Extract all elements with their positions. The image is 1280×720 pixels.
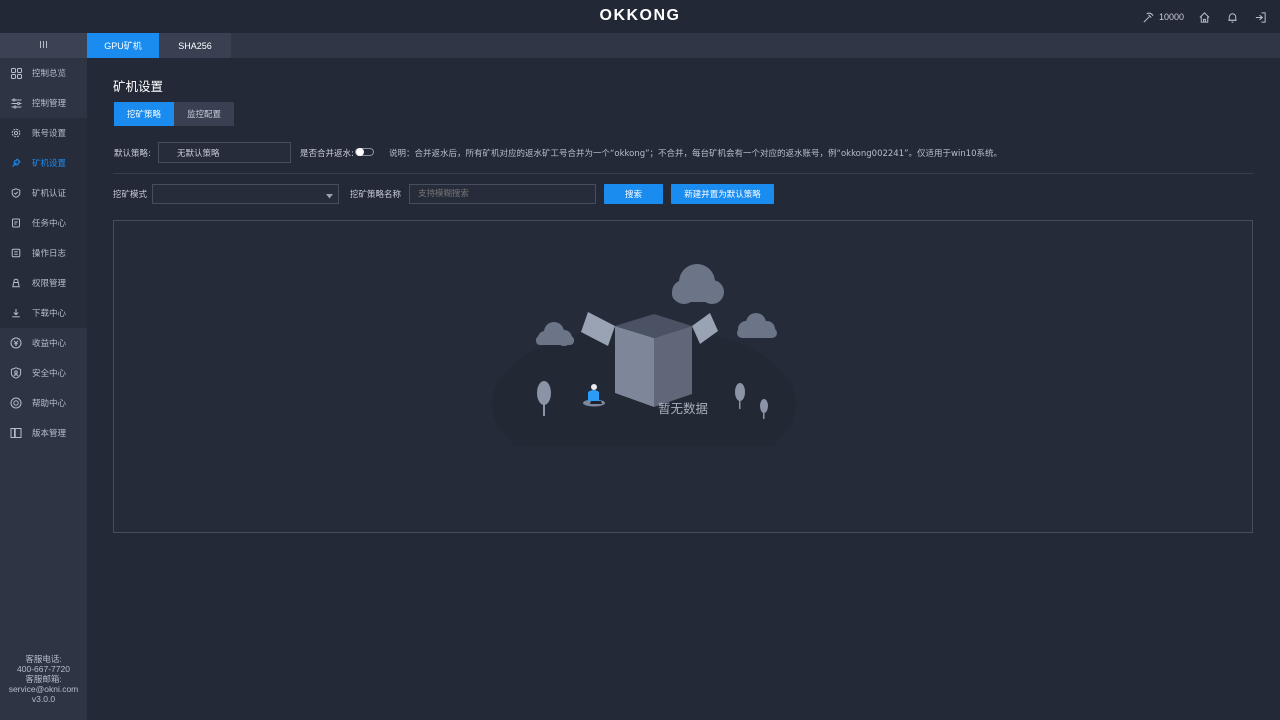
task-icon (10, 217, 22, 229)
main-content: 矿机设置 挖矿策略 监控配置 默认策略: 无默认策略 是否合并返水: 说明：合并… (87, 58, 1280, 720)
wrench-icon (10, 157, 22, 169)
divider (113, 173, 1253, 174)
header-actions: 10000 (1142, 9, 1268, 25)
sidebar-item-label: 控制总览 (32, 69, 67, 79)
search-button[interactable]: 搜索 (604, 184, 663, 204)
sidebar-item-version[interactable]: 版本管理 (0, 418, 87, 448)
lifebuoy-icon (10, 397, 22, 409)
sidebar-item-label: 帮助中心 (32, 399, 67, 409)
create-default-strategy-button[interactable]: 新建并置为默认策略 (671, 184, 774, 204)
app-version: v3.0.0 (31, 694, 56, 704)
power-count: 10000 (1158, 12, 1184, 22)
sidebar-item-label: 收益中心 (32, 339, 67, 349)
gear-icon (10, 127, 22, 139)
cloud-icon (672, 264, 724, 304)
support-email-label: 客服邮箱: (25, 674, 62, 684)
coin-icon (10, 337, 22, 349)
page-title: 矿机设置 (113, 79, 164, 94)
sidebar-item-control[interactable]: 控制管理 (0, 88, 87, 118)
sidebar-item-label: 权限管理 (32, 279, 67, 289)
support-phone: 400-667-7720 (17, 664, 70, 674)
sidebar-item-label: 账号设置 (32, 129, 67, 139)
sidebar-item-label: 任务中心 (32, 219, 67, 229)
sliders-icon (10, 97, 22, 109)
tab-sha256[interactable]: SHA256 (159, 33, 231, 58)
app-logo: OKKONG (599, 7, 681, 24)
empty-state-text: 暂无数据 (657, 401, 708, 416)
merge-rebate-label: 是否合并返水: (300, 149, 354, 159)
log-icon (10, 247, 22, 259)
sidebar: 控制总览 控制管理 账号设置 矿机设置 矿机认证 任务中心 操作日志 权限管理 … (0, 58, 87, 720)
sidebar-item-label: 下载中心 (32, 309, 67, 319)
strategy-name-input[interactable] (409, 184, 596, 204)
sidebar-item-label: 操作日志 (32, 249, 67, 259)
sidebar-toggle-button[interactable] (0, 33, 87, 58)
logout-icon[interactable] (1252, 9, 1268, 25)
tab-gpu[interactable]: GPU矿机 (87, 33, 159, 58)
top-bar: OKKONG 10000 (0, 0, 1280, 33)
sidebar-item-overview[interactable]: 控制总览 (0, 58, 87, 88)
sidebar-item-tasks[interactable]: 任务中心 (0, 208, 87, 238)
merge-rebate-note: 说明：合并返水后，所有矿机对应的返水矿工号合并为一个“okkong”；不合并，每… (389, 149, 1003, 159)
grid-icon (10, 67, 22, 79)
shield-check-icon (10, 187, 22, 199)
default-strategy-label: 默认策略: (114, 149, 151, 159)
lock-icon (10, 367, 22, 379)
sidebar-item-miner-cert[interactable]: 矿机认证 (0, 178, 87, 208)
sidebar-item-earnings[interactable]: 收益中心 (0, 328, 87, 358)
sidebar-item-label: 安全中心 (32, 369, 67, 379)
sidebar-item-help[interactable]: 帮助中心 (0, 388, 87, 418)
strategy-table-panel: 暂无数据 (113, 220, 1253, 533)
sidebar-item-downloads[interactable]: 下载中心 (0, 298, 87, 328)
empty-state-illustration (484, 256, 804, 482)
caret-down-icon (326, 192, 333, 202)
default-strategy-field[interactable]: 无默认策略 (158, 142, 291, 163)
tab-bar: GPU矿机 SHA256 (0, 33, 1280, 58)
pickaxe-icon (1142, 10, 1156, 24)
download-icon (10, 307, 22, 319)
tab-mining-strategy[interactable]: 挖矿策略 (114, 102, 174, 126)
sidebar-item-permissions[interactable]: 权限管理 (0, 268, 87, 298)
sidebar-item-logs[interactable]: 操作日志 (0, 238, 87, 268)
menu-bars-icon (39, 40, 48, 52)
user-lock-icon (10, 277, 22, 289)
mining-mode-label: 挖矿模式 (113, 190, 148, 200)
support-info: 客服电话: 400-667-7720 客服邮箱: service@okni.co… (0, 654, 87, 704)
sidebar-item-label: 控制管理 (32, 99, 67, 109)
mining-mode-select[interactable] (152, 184, 339, 204)
support-email: service@okni.com (8, 684, 79, 694)
support-phone-label: 客服电话: (25, 654, 62, 664)
sidebar-item-account[interactable]: 账号设置 (0, 118, 87, 148)
sidebar-item-miner-settings[interactable]: 矿机设置 (0, 148, 87, 178)
strategy-name-label: 挖矿策略名称 (350, 190, 402, 200)
sidebar-item-label: 矿机设置 (32, 159, 67, 169)
sidebar-item-label: 矿机认证 (32, 189, 67, 199)
sidebar-item-label: 版本管理 (32, 429, 67, 439)
home-icon[interactable] (1196, 9, 1212, 25)
book-icon (10, 427, 22, 439)
tab-monitor-config[interactable]: 监控配置 (174, 102, 234, 126)
bell-icon[interactable] (1224, 9, 1240, 25)
sidebar-item-security[interactable]: 安全中心 (0, 358, 87, 388)
power-indicator[interactable]: 10000 (1142, 10, 1184, 24)
default-strategy-value: 无默认策略 (177, 148, 220, 159)
merge-rebate-toggle[interactable] (355, 148, 374, 156)
